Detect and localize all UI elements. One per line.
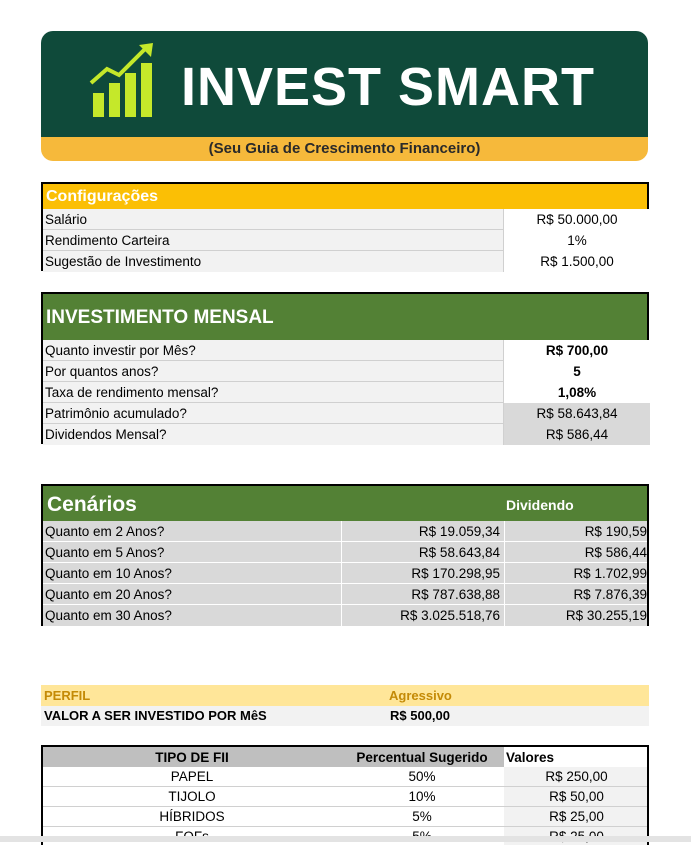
fii-tipo-cell[interactable]: TIJOLO xyxy=(43,787,341,807)
valor-investido-cell[interactable]: R$ 500,00 xyxy=(390,706,450,726)
investimento-value-cell[interactable]: 5 xyxy=(503,361,650,382)
fii-percentual-cell[interactable]: 50% xyxy=(341,767,503,787)
cenario-dividendo-cell[interactable]: R$ 1.702,99 xyxy=(504,563,649,584)
cenario-total-cell[interactable]: R$ 170.298,95 xyxy=(341,563,503,584)
config-value-cell[interactable]: 1% xyxy=(503,230,650,251)
investimento-header: INVESTIMENTO MENSAL xyxy=(43,294,647,340)
cenario-row: Quanto em 30 Anos? R$ 3.025.518,76 R$ 30… xyxy=(43,605,647,626)
investimento-value-cell[interactable]: 1,08% xyxy=(503,382,650,403)
config-header: Configurações xyxy=(43,184,647,209)
valor-investido-row: VALOR A SER INVESTIDO POR MêS R$ 500,00 xyxy=(41,706,649,726)
cenario-total-cell[interactable]: R$ 19.059,34 xyxy=(341,521,503,542)
fii-table: TIPO DE FII Percentual Sugerido Valores … xyxy=(41,745,649,845)
config-label: Sugestão de Investimento xyxy=(45,254,202,269)
investimento-value-cell[interactable]: R$ 586,44 xyxy=(503,424,650,445)
cenario-row: Quanto em 2 Anos? R$ 19.059,34 R$ 190,59 xyxy=(43,521,647,542)
investimento-label: Patrimônio acumulado? xyxy=(45,406,187,421)
cenarios-title: Cenários xyxy=(47,493,137,516)
investimento-value-cell[interactable]: R$ 58.643,84 xyxy=(503,403,650,424)
cenario-label: Quanto em 5 Anos? xyxy=(45,545,165,560)
config-value-cell[interactable]: R$ 50.000,00 xyxy=(503,209,650,230)
growth-chart-icon xyxy=(89,43,153,117)
cenario-dividendo-cell[interactable]: R$ 190,59 xyxy=(504,521,649,542)
header-banner: INVEST SMART (Seu Guia de Crescimento Fi… xyxy=(41,31,648,161)
investimento-value-cell[interactable]: R$ 700,00 xyxy=(503,340,650,361)
config-row-salario: Salário R$ 50.000,00 xyxy=(43,209,650,230)
fii-tipo-cell[interactable]: PAPEL xyxy=(43,767,341,787)
cenario-dividendo-cell[interactable]: R$ 586,44 xyxy=(504,542,649,563)
fii-header-tipo: TIPO DE FII xyxy=(155,750,229,765)
cenario-dividendo-cell[interactable]: R$ 7.876,39 xyxy=(504,584,649,605)
fii-row: TIJOLO 10% R$ 50,00 xyxy=(43,787,647,807)
cenarios-table: Cenários Dividendo Quanto em 2 Anos? R$ … xyxy=(41,484,649,626)
cenario-dividendo-cell[interactable]: R$ 30.255,19 xyxy=(504,605,649,626)
config-row-sugestao: Sugestão de Investimento R$ 1.500,00 xyxy=(43,251,650,272)
app-title: INVEST SMART xyxy=(181,57,596,117)
fii-row: PAPEL 50% R$ 250,00 xyxy=(43,767,647,787)
fii-valor-cell[interactable]: R$ 25,00 xyxy=(504,807,647,826)
valor-investido-label: VALOR A SER INVESTIDO POR MêS xyxy=(44,708,267,723)
fii-percentual-cell[interactable]: 10% xyxy=(341,787,503,807)
investimento-row: Dividendos Mensal? R$ 586,44 xyxy=(43,424,650,445)
fii-percentual-cell[interactable]: 5% xyxy=(341,807,503,827)
config-value-cell[interactable]: R$ 1.500,00 xyxy=(503,251,650,272)
fii-header-percentual: Percentual Sugerido xyxy=(356,750,488,765)
config-table: Configurações Salário R$ 50.000,00 Rendi… xyxy=(41,182,650,272)
cenario-row: Quanto em 20 Anos? R$ 787.638,88 R$ 7.87… xyxy=(43,584,647,605)
cenario-label: Quanto em 30 Anos? xyxy=(45,608,172,623)
cenarios-header: Cenários Dividendo xyxy=(43,486,647,521)
perfil-value-cell[interactable]: Agressivo xyxy=(389,685,452,706)
investimento-label: Dividendos Mensal? xyxy=(45,427,167,442)
cenario-total-cell[interactable]: R$ 787.638,88 xyxy=(341,584,503,605)
cenario-label: Quanto em 20 Anos? xyxy=(45,587,172,602)
config-label: Salário xyxy=(45,212,88,227)
fii-row: HÍBRIDOS 5% R$ 25,00 xyxy=(43,807,647,827)
investimento-label: Por quantos anos? xyxy=(45,364,159,379)
investimento-row: Por quantos anos? 5 xyxy=(43,361,650,382)
fii-tipo-cell[interactable]: HÍBRIDOS xyxy=(43,807,341,827)
fii-valor-cell[interactable]: R$ 50,00 xyxy=(504,787,647,806)
dividendo-column-header: Dividendo xyxy=(506,497,574,513)
investimento-table: INVESTIMENTO MENSAL Quanto investir por … xyxy=(41,292,650,445)
fii-header-row: TIPO DE FII Percentual Sugerido Valores xyxy=(43,747,647,768)
cenario-row: Quanto em 5 Anos? R$ 58.643,84 R$ 586,44 xyxy=(43,542,647,563)
fii-valor-cell[interactable]: R$ 250,00 xyxy=(504,767,647,786)
banner-title-area: INVEST SMART xyxy=(41,31,648,137)
perfil-row: PERFIL Agressivo xyxy=(41,685,649,706)
cenario-label: Quanto em 2 Anos? xyxy=(45,524,165,539)
cenario-row: Quanto em 10 Anos? R$ 170.298,95 R$ 1.70… xyxy=(43,563,647,584)
app-subtitle: (Seu Guia de Crescimento Financeiro) xyxy=(41,137,648,161)
perfil-label: PERFIL xyxy=(44,688,91,703)
investimento-label: Taxa de rendimento mensal? xyxy=(45,385,219,400)
horizontal-scrollbar[interactable] xyxy=(0,836,691,842)
investimento-row: Taxa de rendimento mensal? 1,08% xyxy=(43,382,650,403)
investimento-row: Quanto investir por Mês? R$ 700,00 xyxy=(43,340,650,361)
investimento-row: Patrimônio acumulado? R$ 58.643,84 xyxy=(43,403,650,424)
cenario-total-cell[interactable]: R$ 58.643,84 xyxy=(341,542,503,563)
config-row-rendimento: Rendimento Carteira 1% xyxy=(43,230,650,251)
fii-header-valores: Valores xyxy=(504,747,647,768)
cenario-label: Quanto em 10 Anos? xyxy=(45,566,172,581)
cenario-total-cell[interactable]: R$ 3.025.518,76 xyxy=(341,605,503,626)
investimento-label: Quanto investir por Mês? xyxy=(45,343,196,358)
config-label: Rendimento Carteira xyxy=(45,233,170,248)
